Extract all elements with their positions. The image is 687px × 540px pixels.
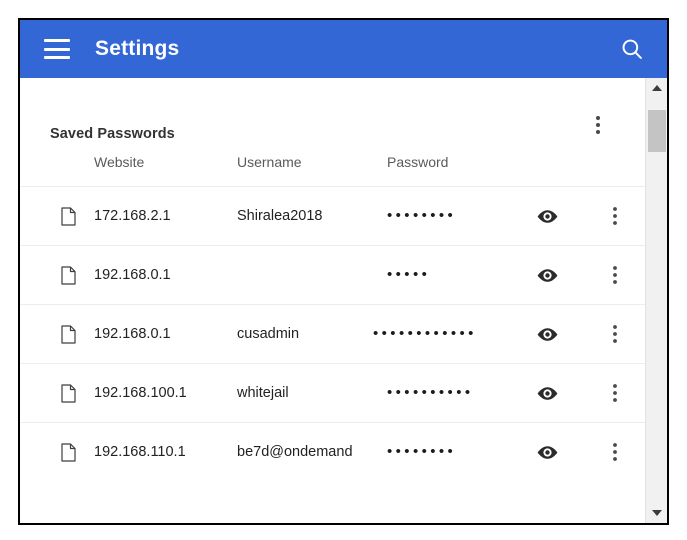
column-header-password: Password [387,154,449,170]
more-vert-icon[interactable] [605,440,625,464]
password-masked-dots: •••••••• [387,443,457,460]
website-cell: 172.168.2.1 [92,186,237,246]
eye-icon[interactable] [535,204,560,229]
menu-bar-3 [44,56,70,59]
row-overflow-cell [605,186,645,246]
reveal-password-cell [535,363,605,423]
app-bar: Settings [20,20,667,78]
table-row[interactable]: 192.168.0.1 ••••• [20,245,645,305]
username-cell [237,245,387,305]
username-cell: cusadmin [237,304,387,364]
page-icon [61,324,76,344]
page-title: Settings [95,37,180,60]
row-page-icon-cell [20,304,92,364]
more-vert-icon[interactable] [605,204,625,228]
website-cell: 192.168.0.1 [92,245,237,305]
scrollbar-track[interactable] [646,98,668,503]
website-cell: 192.168.110.1 [92,422,237,481]
password-cell: •••••••••••• [373,304,535,364]
table-row[interactable]: 192.168.100.1 whitejail •••••••••• [20,363,645,423]
table-row[interactable]: 192.168.0.1 cusadmin •••••••••••• [20,304,645,364]
more-vert-icon[interactable] [605,381,625,405]
page-icon [61,383,76,403]
username-cell: be7d@ondemand [237,422,387,481]
password-cell: •••••••••• [387,363,535,423]
reveal-password-cell [535,245,605,305]
row-page-icon-cell [20,363,92,423]
table-header-row: Website Username Password [20,154,645,187]
column-header-website: Website [94,154,145,170]
eye-icon[interactable] [535,263,560,288]
card-header: Saved Passwords [20,108,645,154]
row-overflow-cell [605,304,645,364]
eye-icon[interactable] [535,381,560,406]
header-spacer-more [605,154,645,187]
password-masked-dots: •••••••••••• [373,325,477,342]
eye-icon[interactable] [535,440,560,465]
menu-bar-2 [44,47,70,51]
saved-passwords-table: Website Username Password 172.168.2.1 Shi… [20,154,645,481]
header-spacer-eye [535,154,605,187]
more-vert-icon[interactable] [605,263,625,287]
eye-icon[interactable] [535,322,560,347]
vertical-scrollbar[interactable] [645,78,667,523]
saved-passwords-card: Saved Passwords Website Username Passwor… [20,78,645,481]
website-cell: 192.168.100.1 [92,363,237,423]
header-spacer [20,154,92,187]
search-icon[interactable] [619,36,645,62]
reveal-password-cell [535,186,605,246]
content-area: Saved Passwords Website Username Passwor… [20,78,667,523]
username-cell: Shiralea2018 [237,186,387,246]
hamburger-menu-icon[interactable] [44,39,70,59]
password-masked-dots: •••••••• [387,207,457,224]
menu-bar-1 [44,39,70,42]
password-cell: •••••••• [387,422,535,481]
row-page-icon-cell [20,186,92,246]
page-icon [61,206,76,226]
username-cell: whitejail [237,363,387,423]
table-row[interactable]: 192.168.110.1 be7d@ondemand •••••••• [20,422,645,481]
table-row[interactable]: 172.168.2.1 Shiralea2018 •••••••• [20,186,645,246]
section-title: Saved Passwords [50,126,175,142]
scroll-down-arrow-icon[interactable] [646,503,668,523]
password-cell: •••••••• [387,186,535,246]
row-overflow-cell [605,363,645,423]
more-vert-icon[interactable] [605,322,625,346]
website-cell: 192.168.0.1 [92,304,237,364]
reveal-password-cell [535,304,605,364]
scroll-down-triangle [651,510,662,516]
table-header: Website Username Password [20,154,645,187]
password-masked-dots: •••••••••• [387,384,474,401]
scroll-up-arrow-icon[interactable] [646,78,668,98]
scroll-up-triangle [651,85,662,91]
scrollbar-thumb[interactable] [647,110,666,152]
app-window: Settings Saved Passwords Website Usernam… [18,18,669,525]
page-icon [61,442,76,462]
scroll-viewport: Saved Passwords Website Username Passwor… [20,78,645,523]
row-overflow-cell [605,245,645,305]
table-body: 172.168.2.1 Shiralea2018 •••••••• 192.168.0… [20,186,645,481]
row-page-icon-cell [20,422,92,481]
page-icon [61,265,76,285]
password-masked-dots: ••••• [387,266,431,283]
row-overflow-cell [605,422,645,481]
row-page-icon-cell [20,245,92,305]
reveal-password-cell [535,422,605,481]
password-cell: ••••• [387,245,535,305]
card-overflow-menu-icon[interactable] [587,112,609,138]
column-header-username: Username [237,154,302,170]
